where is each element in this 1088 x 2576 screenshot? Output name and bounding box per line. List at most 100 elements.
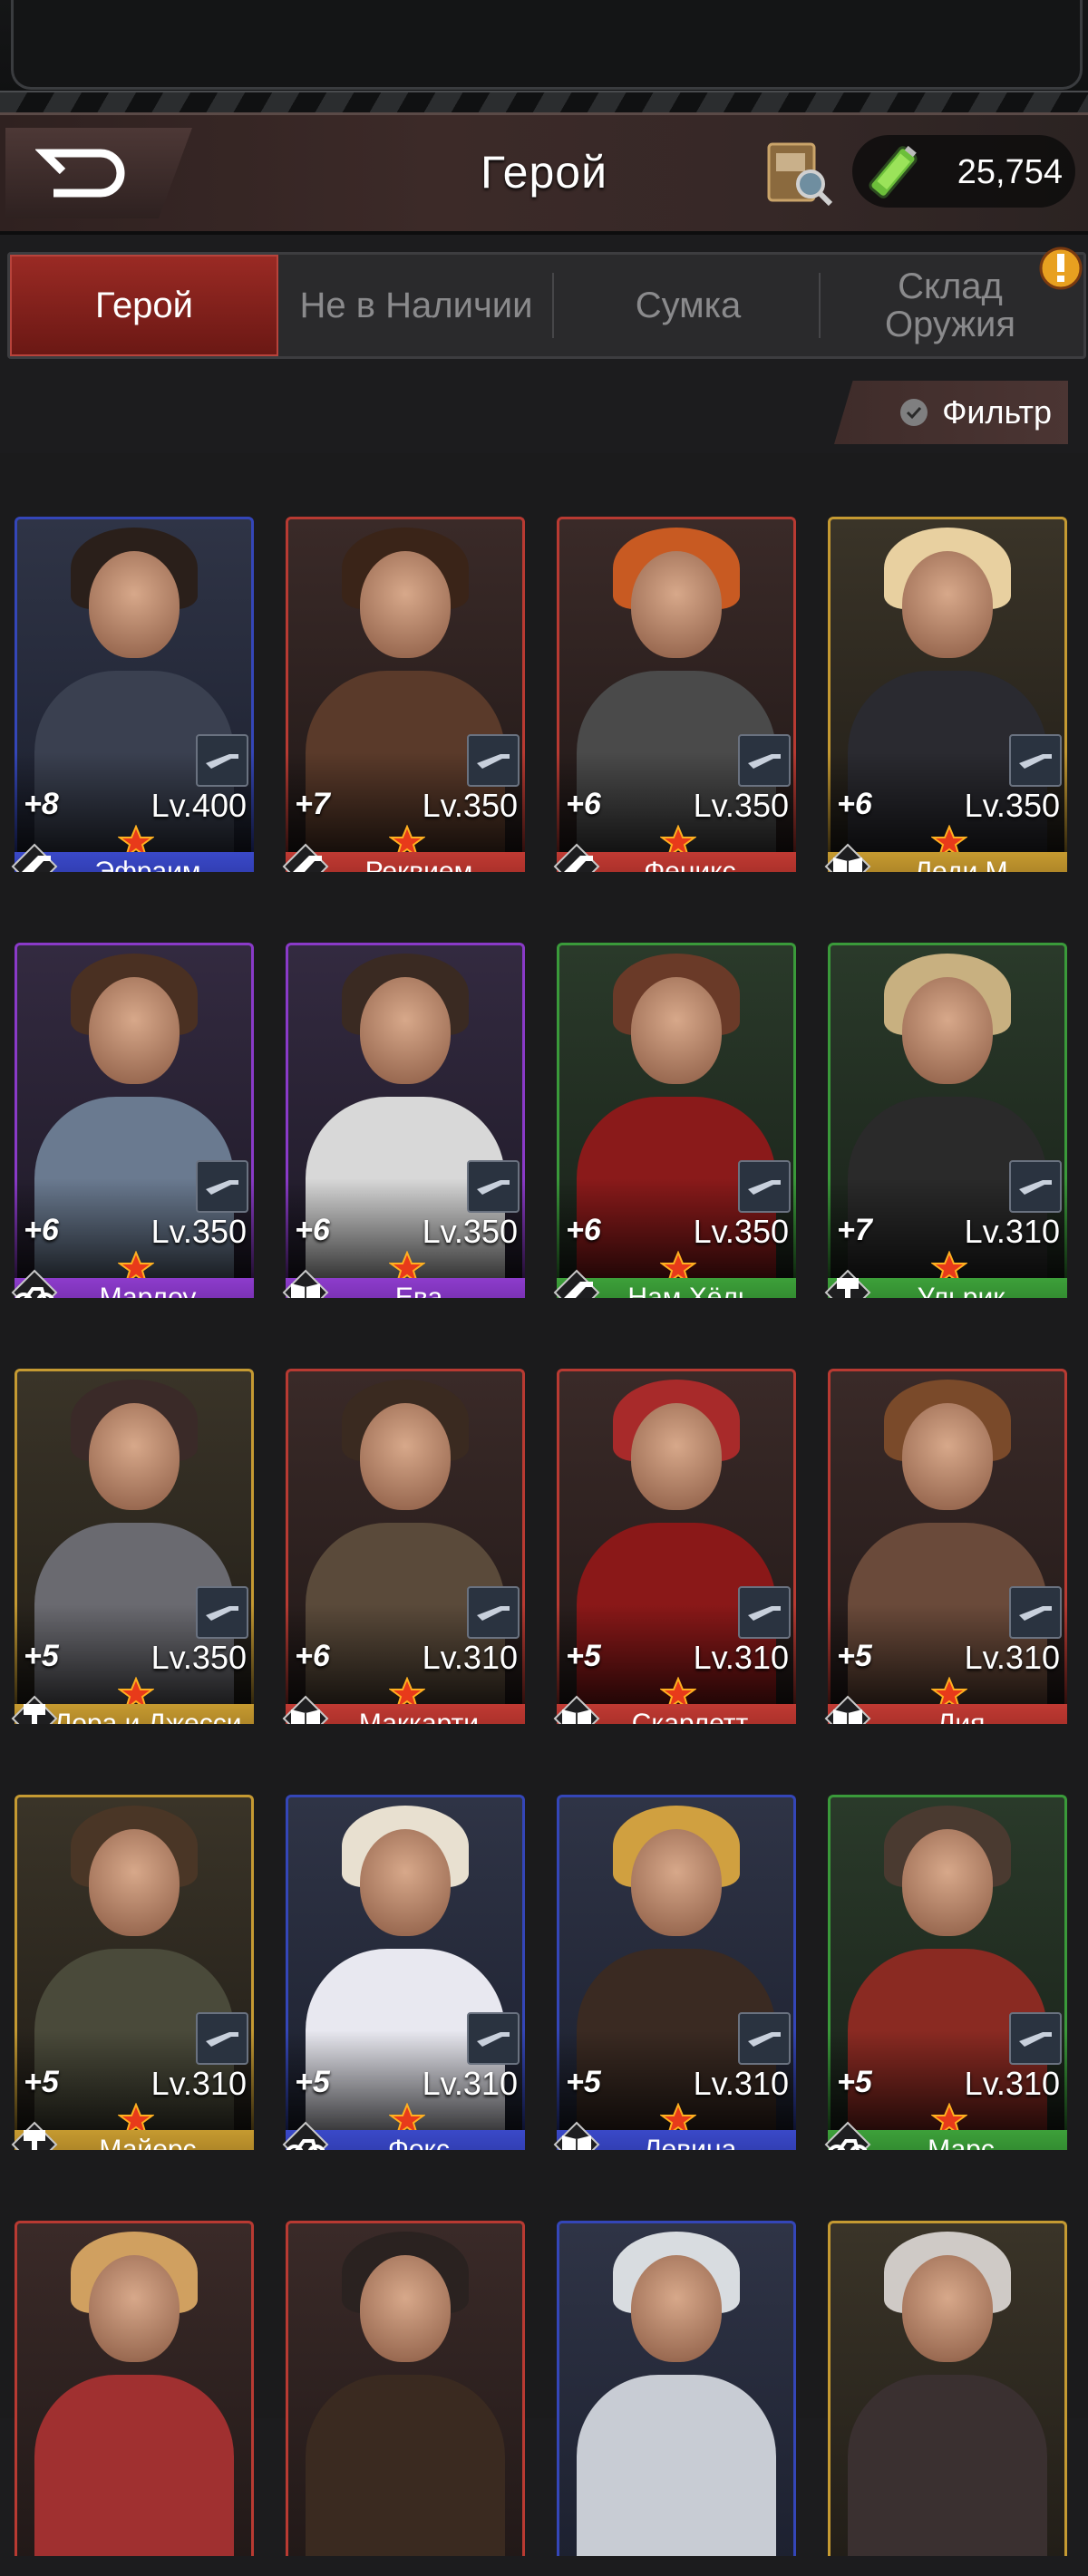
tab-hero[interactable]: Герой (10, 255, 278, 356)
filter-button[interactable]: Фильтр (834, 381, 1068, 444)
weapon-slot-icon (738, 1586, 791, 1639)
check-icon (900, 399, 928, 426)
hero-level: Lv.310 (964, 1213, 1060, 1250)
hero-enhance-level: +6 (837, 787, 872, 821)
filter-label: Фильтр (942, 393, 1052, 431)
hero-card[interactable]: +7 Lv.310 Ульрик (824, 906, 1071, 1298)
hero-card[interactable]: +6 Lv.350 Ева (282, 906, 529, 1298)
hero-card[interactable]: +6 Lv.350 Феникс (553, 480, 800, 872)
hero-enhance-level: +5 (24, 2065, 59, 2099)
hero-card[interactable] (11, 2184, 257, 2576)
hero-figure-head (360, 2255, 451, 2362)
book-icon (282, 1695, 329, 1724)
hero-figure-head (89, 1829, 180, 1936)
hero-enhance-level: +7 (837, 1213, 872, 1247)
hero-enhance-level: +5 (24, 1639, 59, 1673)
hero-card[interactable] (282, 2184, 529, 2576)
tab-not-available[interactable]: Не в Наличии (282, 255, 550, 356)
rifle-icon (553, 843, 600, 872)
hero-level: Lv.310 (693, 1639, 789, 1676)
hero-card[interactable]: +5 Lv.350 Лора и Джесси (11, 1332, 257, 1724)
weapon-slot-icon (467, 1586, 520, 1639)
hero-enhance-level: +6 (24, 1213, 59, 1247)
weapon-slot-icon (467, 1160, 520, 1213)
hero-figure-head (631, 977, 722, 1084)
hero-figure-head (631, 551, 722, 658)
hero-card[interactable] (553, 2184, 800, 2576)
hero-card[interactable] (824, 2184, 1071, 2576)
hero-enhance-level: +6 (566, 1213, 601, 1247)
hero-card[interactable]: +6 Lv.310 Маккарти (282, 1332, 529, 1724)
weapon-slot-icon (738, 2012, 791, 2065)
hero-level: Lv.400 (151, 787, 247, 824)
hero-enhance-level: +5 (566, 2065, 601, 2099)
hero-figure-body (34, 2375, 234, 2556)
hero-figure-head (89, 1403, 180, 1510)
book-icon (553, 1695, 600, 1724)
hero-figure-head (89, 551, 180, 658)
hero-figure-head (631, 2255, 722, 2362)
hero-figure-head (360, 1403, 451, 1510)
hero-book-search-icon[interactable] (763, 139, 836, 208)
hero-enhance-level: +6 (295, 1213, 330, 1247)
rifle-icon (11, 843, 58, 872)
hero-level: Lv.310 (964, 2065, 1060, 2102)
hammer-icon (11, 1695, 58, 1724)
currency-display[interactable]: 25,754 (852, 135, 1075, 208)
weapon-slot-icon (467, 2012, 520, 2065)
hero-card[interactable]: +5 Lv.310 Лия (824, 1332, 1071, 1724)
hero-figure-body (306, 2375, 505, 2556)
hero-figure-head (360, 1829, 451, 1936)
hero-level: Lv.350 (151, 1639, 247, 1676)
hero-figure-head (89, 977, 180, 1084)
green-battery-icon (869, 145, 918, 199)
hero-card[interactable]: +6 Lv.350 Нам Хёль (553, 906, 800, 1298)
weapon-slot-icon (738, 1160, 791, 1213)
hero-card[interactable]: +8 Lv.400 Эфраим (11, 480, 257, 872)
weapon-slot-icon (1009, 734, 1062, 787)
hero-card[interactable]: +5 Lv.310 Майерс (11, 1758, 257, 2150)
hero-enhance-level: +5 (837, 1639, 872, 1673)
hero-figure-head (902, 2255, 993, 2362)
book-icon (282, 1269, 329, 1298)
book-icon (824, 843, 871, 872)
hero-card[interactable]: +6 Lv.350 Марлоу (11, 906, 257, 1298)
currency-value: 25,754 (957, 153, 1063, 191)
weapon-slot-icon (196, 2012, 248, 2065)
weapon-slot-icon (196, 1160, 248, 1213)
hero-level: Lv.350 (693, 1213, 789, 1250)
hero-card[interactable]: +5 Lv.310 Фокс (282, 1758, 529, 2150)
hero-level: Lv.350 (422, 787, 518, 824)
hero-card[interactable]: +5 Lv.310 Марс (824, 1758, 1071, 2150)
hero-figure-head (631, 1829, 722, 1936)
hero-figure-head (902, 977, 993, 1084)
hero-figure-body (848, 2375, 1047, 2556)
motorcycle-icon (11, 1269, 58, 1298)
weapon-slot-icon (738, 734, 791, 787)
hero-enhance-level: +7 (295, 787, 330, 821)
tab-bag[interactable]: Сумка (554, 255, 822, 356)
hero-level: Lv.310 (151, 2065, 247, 2102)
tab-bar: Герой Не в Наличии Сумка Склад Оружия (7, 252, 1086, 359)
hero-card[interactable]: +5 Lv.310 Скарлетт (553, 1332, 800, 1724)
hero-card[interactable]: +5 Lv.310 Левина (553, 1758, 800, 2150)
hero-enhance-level: +8 (24, 787, 59, 821)
hero-enhance-level: +5 (566, 1639, 601, 1673)
hero-figure-head (902, 1829, 993, 1936)
hero-level: Lv.310 (422, 1639, 518, 1676)
hero-card[interactable]: +7 Lv.350 Реквием (282, 480, 529, 872)
alert-icon (1039, 247, 1083, 290)
weapon-slot-icon (1009, 2012, 1062, 2065)
header-bar: Герой 25,754 (0, 112, 1088, 235)
weapon-slot-icon (196, 1586, 248, 1639)
top-frame (0, 0, 1088, 95)
hero-figure-body (577, 2375, 776, 2556)
hero-figure-head (631, 1403, 722, 1510)
hero-figure-head (902, 1403, 993, 1510)
weapon-slot-icon (196, 734, 248, 787)
hero-level: Lv.310 (964, 1639, 1060, 1676)
hero-figure-head (360, 551, 451, 658)
hammer-icon (824, 1269, 871, 1298)
hero-card[interactable]: +6 Lv.350 Леди М (824, 480, 1071, 872)
hero-figure-head (360, 977, 451, 1084)
